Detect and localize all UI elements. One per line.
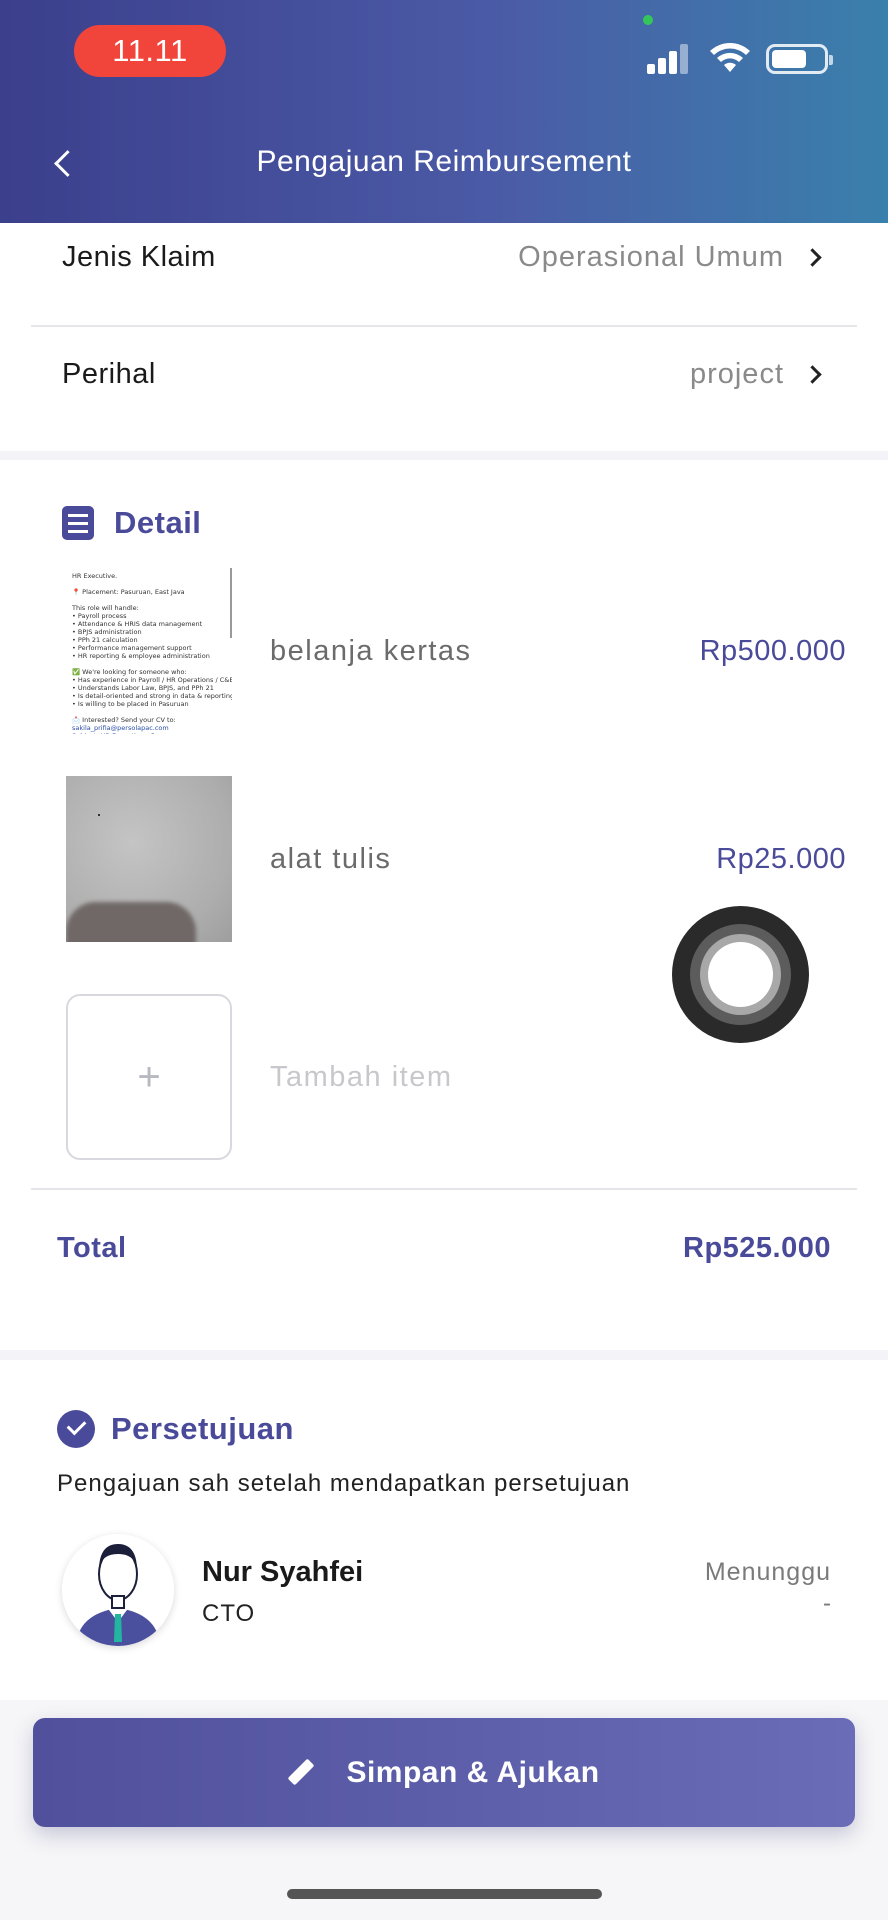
cellular-signal-icon [647,44,691,74]
approver-role: CTO [202,1600,256,1627]
jenis-klaim-label: Jenis Klaim [62,240,216,273]
thumbnail-text-line: • Understands Labor Law, BPJS, and PPh 2… [72,684,214,692]
page-title: Pengajuan Reimbursement [256,145,632,178]
jenis-klaim-value: Operasional Umum [518,240,784,273]
approval-header: Persetujuan [57,1410,294,1448]
wifi-icon [710,43,750,72]
thumbnail-text-line: • PPh 21 calculation [72,636,138,644]
submit-label: Simpan & Ajukan [346,1755,600,1789]
receipt-thumbnail[interactable]: HR Executive. 📍 Placement: Pasuruan, Eas… [66,568,232,734]
status-time: 11.11 [74,25,226,77]
submit-button[interactable]: Simpan & Ajukan [33,1718,855,1827]
perihal-value: project [689,357,784,390]
thumbnail-text-line: • Performance management support [72,644,192,652]
thumbnail-text-line: • HR reporting & employee administration [72,652,210,660]
approval-subtitle: Pengajuan sah setelah mendapatkan perset… [57,1470,631,1497]
thumbnail-text-line: ✅ We're looking for someone who: [72,668,187,676]
chevron-right-icon [804,246,826,268]
jenis-klaim-row[interactable]: Jenis Klaim Operasional Umum [62,227,826,287]
approver-row: Nur Syahfei CTO Menunggu - [62,1534,831,1650]
thumbnail-text-line: • Is willing to be placed in Pasuruan [72,700,189,708]
claim-info-card: Jenis Klaim Operasional Umum Perihal pro… [0,223,888,451]
thumbnail-text-line: 📍 Placement: Pasuruan, East Java [72,588,185,596]
assistive-touch-button[interactable] [672,906,809,1043]
thumbnail-text-line: • Has experience in Payroll / HR Operati… [72,676,232,684]
divider [31,1188,857,1190]
add-item-button[interactable]: + [66,994,232,1160]
thumbnail-text-line: • BPJS administration [72,628,142,636]
thumbnail-text-line: This role will handle: [72,604,139,612]
thumbnail-text-line: • Is detail-oriented and strong in data … [72,692,232,700]
chevron-right-icon [804,363,826,385]
battery-icon [766,44,833,74]
total-value: Rp525.000 [683,1232,831,1264]
detail-title: Detail [114,505,202,540]
thumbnail-text-line [72,580,226,588]
item-name: belanja kertas [270,634,472,667]
item-name: alat tulis [270,842,392,875]
approver-name: Nur Syahfei [202,1556,364,1588]
thumbnail-text-line: 📩 Interested? Send your CV to: [72,716,176,724]
pencil-icon [288,1758,318,1788]
thumbnail-text-line: Subject: HR Executive – Pasuruan [72,732,226,734]
perihal-label: Perihal [62,357,156,390]
home-indicator[interactable] [287,1889,602,1899]
camera-indicator-icon [643,15,653,25]
thumbnail-text-line: • Payroll process [72,612,127,620]
thumbnail-text-line: • Attendance & HRIS data management [72,620,203,628]
avatar [62,1534,174,1646]
receipt-thumbnail[interactable] [66,776,232,942]
check-circle-icon [57,1410,95,1448]
add-item-placeholder: Tambah item [270,1060,453,1093]
thumbnail-text-line [72,708,226,716]
approval-date: - [823,1590,831,1617]
item-price: Rp25.000 [716,842,846,875]
thumbnail-text-line [72,660,226,668]
approval-title: Persetujuan [111,1411,294,1446]
divider [31,325,857,327]
total-label: Total [57,1232,127,1264]
app-header: 11.11 Pengajuan Reimbursement [0,0,888,223]
detail-item[interactable]: HR Executive. 📍 Placement: Pasuruan, Eas… [66,568,846,734]
perihal-row[interactable]: Perihal project [62,344,826,404]
item-price: Rp500.000 [699,634,846,667]
approval-status: Menunggu [704,1558,831,1586]
plus-icon: + [137,1054,161,1099]
thumbnail-text-line: sakila_prifia@persolapac.com [72,724,169,732]
thumbnail-text-line [72,596,226,604]
thumbnail-text-line: HR Executive. [72,572,118,580]
total-row: Total Rp525.000 [57,1232,831,1265]
detail-header: Detail [62,505,201,541]
list-icon [62,506,94,540]
